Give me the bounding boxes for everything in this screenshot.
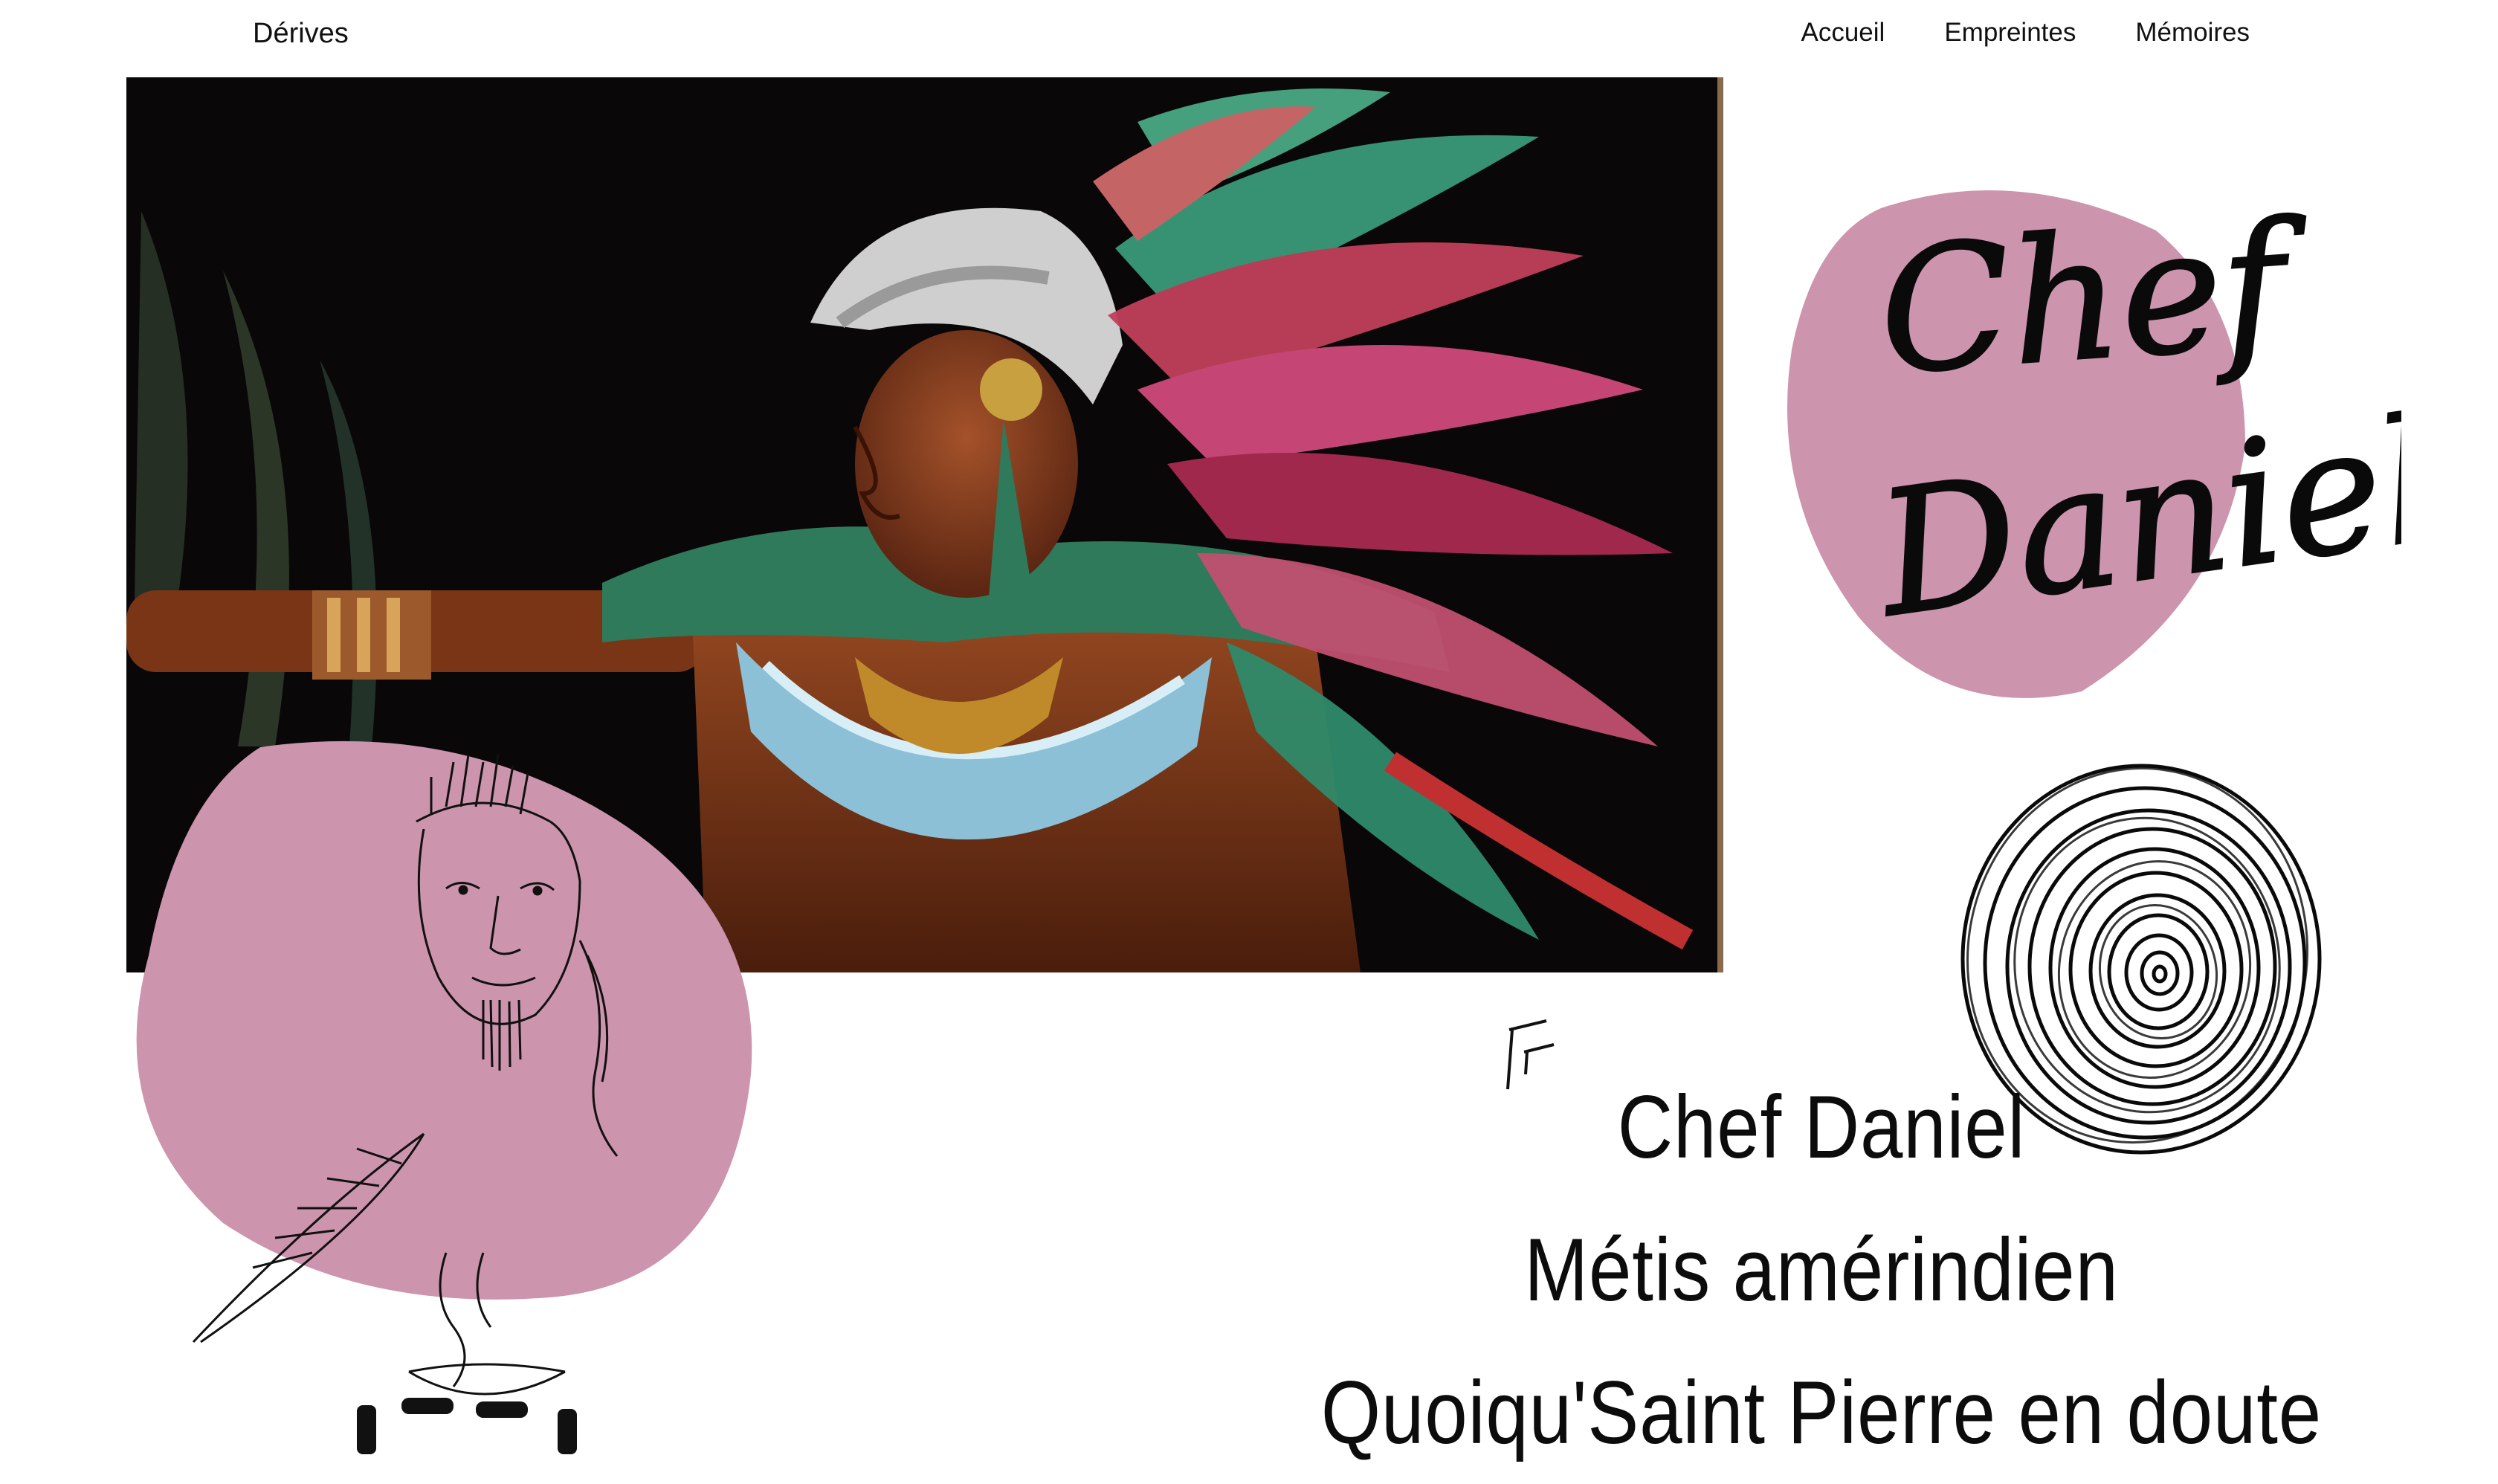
logo-line1: Chef: [1874, 184, 2317, 413]
intro-line-1: Chef Daniel: [1617, 1077, 2026, 1177]
intro-block: Chef Daniel Métis amérindien Quoiqu'Sain…: [1219, 1056, 2424, 1484]
portrait-blob: [136, 741, 752, 1300]
intro-line-2: Métis amérindien: [1524, 1220, 2119, 1320]
main-nav: Accueil Empreintes Mémoires: [1801, 18, 2250, 48]
nav-link-memoires[interactable]: Mémoires: [2135, 18, 2250, 48]
brand-link[interactable]: Dérives: [253, 18, 349, 50]
chef-portrait-sketch: [134, 732, 773, 1454]
nav-link-empreintes[interactable]: Empreintes: [1944, 18, 2076, 48]
nav-link-accueil[interactable]: Accueil: [1801, 18, 1885, 48]
chef-daniel-logo: Chef Daniel: [1769, 126, 2450, 714]
intro-line-3: Quoiqu'Saint Pierre en doute: [1320, 1363, 2323, 1462]
